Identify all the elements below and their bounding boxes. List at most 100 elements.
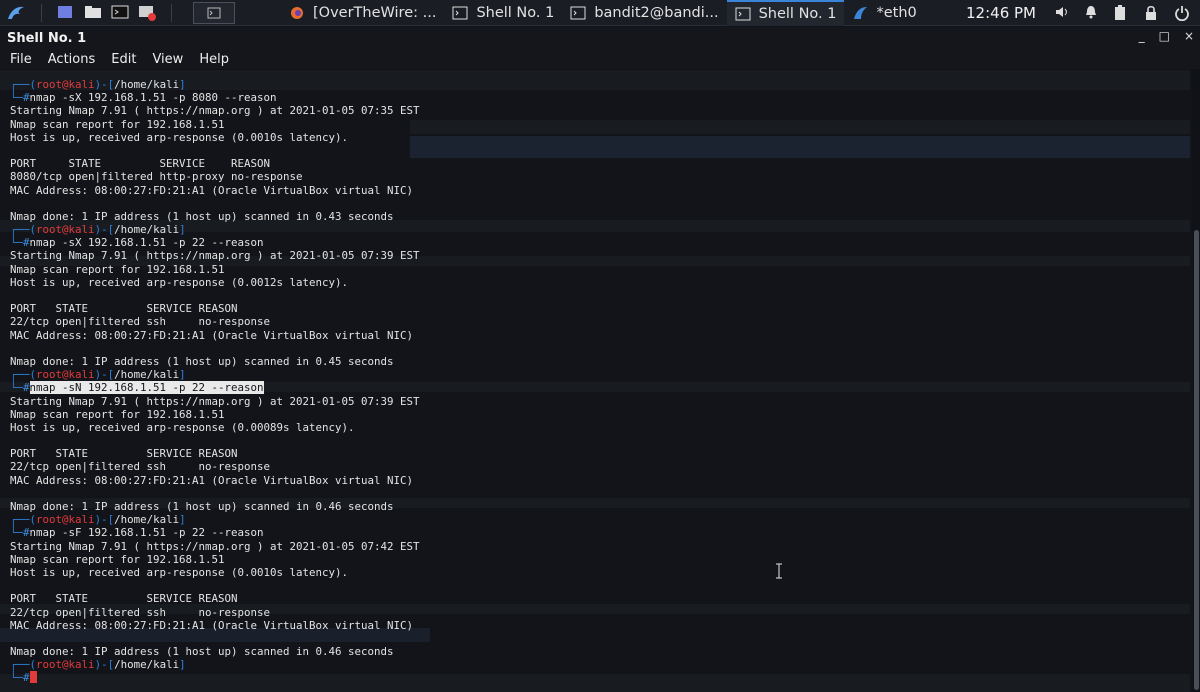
prompt-frame: ] — [179, 658, 186, 672]
file-manager-icon[interactable] — [84, 5, 102, 21]
command-text: nmap -sF 192.168.1.51 -p 22 --reason — [29, 526, 264, 540]
menu-edit[interactable]: Edit — [101, 52, 142, 67]
command-text: nmap -sX 192.168.1.51 -p 22 --reason — [29, 236, 264, 250]
workspace-switcher[interactable] — [193, 1, 235, 24]
menu-actions[interactable]: Actions — [38, 52, 102, 67]
prompt-line: ┌──(root@kali)-[/home/kali] — [10, 78, 420, 91]
terminal-output: ┌──(root@kali)-[/home/kali] └─#nmap -sX 1… — [10, 78, 420, 685]
prompt-user: root — [36, 368, 63, 382]
prompt-frame: ] — [179, 78, 186, 91]
menu-help[interactable]: Help — [189, 52, 235, 67]
clock[interactable]: 12:46 PM — [966, 4, 1036, 22]
window-titlebar[interactable]: Shell No. 1 _ □ × — [0, 27, 1200, 49]
command-line: └─#nmap -sX 192.168.1.51 -p 8080 --reaso… — [10, 91, 420, 104]
command-text: nmap -sN 192.168.1.51 -p 22 --reason — [29, 381, 264, 395]
scrollbar-thumb[interactable] — [1194, 230, 1199, 690]
output-line: PORT STATE SERVICE REASON — [10, 302, 238, 316]
prompt-line: ┌──(root@kali)-[/home/kali] — [10, 658, 420, 671]
maximize-button[interactable]: □ — [1159, 29, 1170, 43]
output-line: MAC Address: 08:00:27:FD:21:A1 (Oracle V… — [10, 473, 414, 487]
output-line: Nmap done: 1 IP address (1 host up) scan… — [10, 500, 394, 513]
system-tray: 12:46 PM — [966, 0, 1192, 26]
prompt-frame: ] — [179, 223, 186, 237]
terminal-scrollbar[interactable] — [1192, 70, 1200, 692]
task-shell-1-active[interactable]: Shell No. 1 — [726, 0, 845, 26]
output-line: Nmap scan report for 192.168.1.51 — [10, 262, 225, 276]
output-line: Host is up, received arp-response (0.001… — [10, 275, 349, 289]
terminal-cursor — [29, 671, 37, 684]
prompt-frame: ┌──( — [10, 223, 37, 237]
prompt-host: kali — [68, 658, 95, 672]
output-line: Host is up, received arp-response (0.000… — [10, 420, 355, 434]
output-line: Starting Nmap 7.91 ( https://nmap.org ) … — [10, 249, 420, 263]
top-panel: [OverTheWire: ... Shell No. 1 bandit2@ba… — [0, 0, 1200, 26]
prompt-frame: )-[ — [94, 223, 115, 237]
output-line: MAC Address: 08:00:27:FD:21:A1 (Oracle V… — [10, 328, 414, 342]
prompt-path: /home/kali — [114, 78, 180, 91]
prompt-frame: )-[ — [94, 368, 115, 382]
power-icon[interactable] — [1174, 5, 1192, 22]
command-line: └─#nmap -sX 192.168.1.51 -p 22 --reason — [10, 236, 420, 249]
output-line: 22/tcp open|filtered ssh no-response — [10, 315, 271, 329]
prompt-frame: )-[ — [94, 78, 115, 91]
output-line: PORT STATE SERVICE REASON — [10, 447, 238, 461]
terminal-icon — [570, 6, 586, 20]
prompt-line: ┌──(root@kali)-[/home/kali] — [10, 223, 420, 236]
kali-menu-icon[interactable] — [6, 4, 26, 22]
prompt-host: kali — [68, 223, 95, 237]
close-button[interactable]: × — [1184, 29, 1194, 43]
desktop-icon[interactable] — [57, 5, 75, 21]
task-overthewire[interactable]: [OverTheWire: ... — [281, 0, 444, 26]
prompt-frame: ┌──( — [10, 78, 37, 91]
output-line: Host is up, received arp-response (0.001… — [10, 565, 349, 579]
menu-view[interactable]: View — [142, 52, 189, 67]
minimize-button[interactable]: _ — [1139, 29, 1145, 43]
output-line: Starting Nmap 7.91 ( https://nmap.org ) … — [10, 539, 420, 553]
output-line: PORT STATE SERVICE REASON — [10, 592, 238, 606]
prompt-frame: ┌──( — [10, 513, 37, 527]
output-line: 8080/tcp open|filtered http-proxy no-res… — [10, 170, 303, 184]
prompt-frame: )-[ — [94, 658, 115, 672]
menu-bar: File Actions Edit View Help — [0, 49, 1200, 69]
app-launcher-icon[interactable] — [138, 5, 156, 21]
prompt-path: /home/kali — [114, 658, 180, 672]
task-wireshark[interactable]: *eth0 — [844, 0, 924, 26]
output-line: 22/tcp open|filtered ssh no-response — [10, 460, 271, 474]
output-line: 22/tcp open|filtered ssh no-response — [10, 605, 271, 619]
output-line: Nmap done: 1 IP address (1 host up) scan… — [10, 645, 394, 659]
output-line: Nmap done: 1 IP address (1 host up) scan… — [10, 209, 394, 223]
task-label: Shell No. 1 — [758, 5, 837, 22]
volume-icon[interactable] — [1054, 5, 1072, 21]
task-shell-1[interactable]: Shell No. 1 — [444, 0, 562, 26]
task-bandit2[interactable]: bandit2@bandi... — [562, 0, 726, 26]
command-line: └─#nmap -sF 192.168.1.51 -p 22 --reason — [10, 526, 420, 539]
launcher — [0, 1, 235, 24]
output-line: Starting Nmap 7.91 ( https://nmap.org ) … — [10, 104, 420, 118]
notification-bell-icon[interactable] — [1084, 5, 1102, 21]
prompt-frame: ] — [179, 368, 186, 382]
terminal-launcher-icon[interactable] — [111, 5, 129, 21]
terminal-area[interactable]: ┌──(root@kali)-[/home/kali] └─#nmap -sX 1… — [0, 70, 1200, 692]
prompt-frame: ┌──( — [10, 368, 37, 382]
battery-icon[interactable] — [1114, 5, 1132, 21]
prompt-user: root — [36, 658, 63, 672]
prompt-path: /home/kali — [114, 368, 180, 382]
prompt-path: /home/kali — [114, 513, 180, 527]
output-line: Starting Nmap 7.91 ( https://nmap.org ) … — [10, 394, 420, 408]
text-cursor-ibeam-icon — [775, 563, 783, 579]
command-line: └─#nmap -sN 192.168.1.51 -p 22 --reason — [10, 381, 420, 395]
prompt-user: root — [36, 78, 63, 91]
prompt-host: kali — [68, 78, 95, 91]
menu-file[interactable]: File — [0, 52, 38, 67]
lock-icon[interactable] — [1144, 5, 1162, 21]
task-label: bandit2@bandi... — [594, 4, 719, 21]
task-list: [OverTheWire: ... Shell No. 1 bandit2@ba… — [281, 0, 925, 26]
prompt-user: root — [36, 513, 63, 527]
terminal-icon — [735, 7, 751, 21]
prompt-user: root — [36, 223, 63, 237]
command-line: └─# — [10, 671, 420, 684]
prompt-frame: ┌──( — [10, 658, 37, 672]
